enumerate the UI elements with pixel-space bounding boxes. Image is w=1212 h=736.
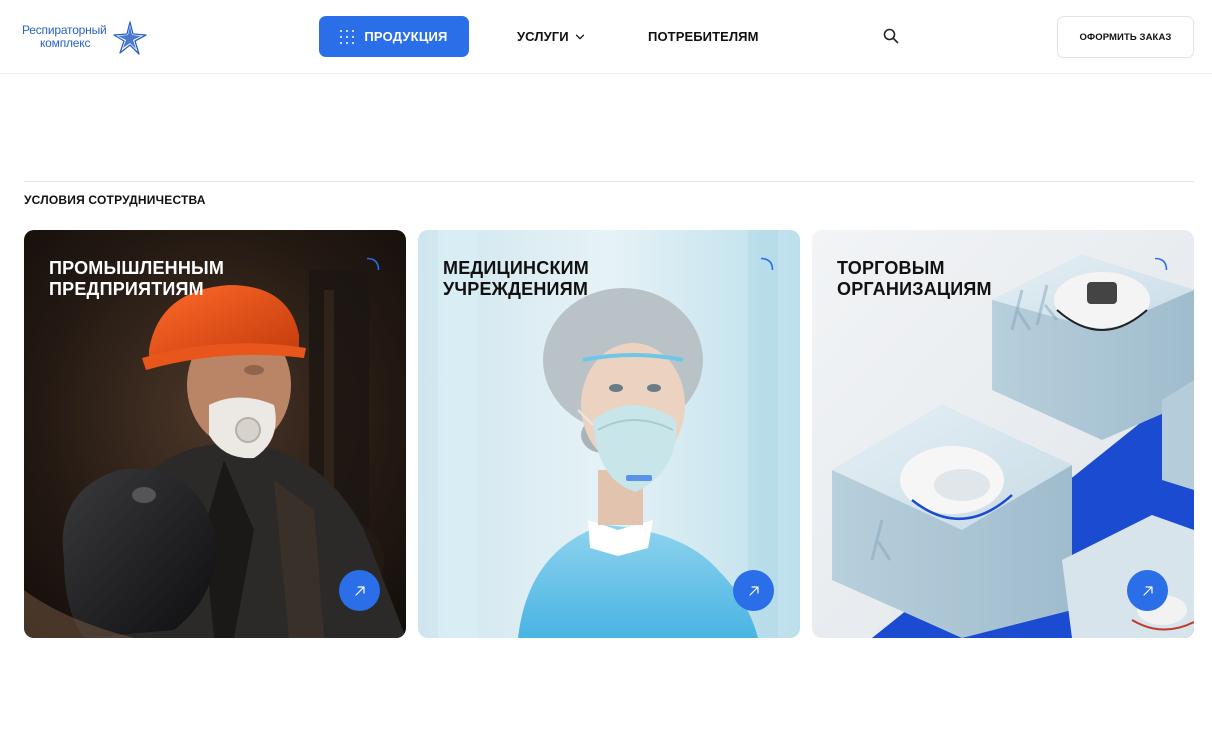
corner-icon — [1154, 257, 1168, 271]
logo-line-1: Респираторный — [22, 23, 107, 37]
chevron-down-icon — [575, 34, 584, 39]
card-title: ПРОМЫШЛЕННЫМ ПРЕДПРИЯТИЯМ — [49, 258, 224, 300]
nav-services-label: УСЛУГИ — [517, 29, 569, 44]
products-button[interactable]: ПРОДУКЦИЯ — [319, 16, 469, 57]
logo-text: Респираторный комплекс — [22, 24, 107, 50]
corner-icon — [366, 257, 380, 271]
order-button[interactable]: ОФОРМИТЬ ЗАКАЗ — [1057, 16, 1194, 58]
card-title-line-2: ОРГАНИЗАЦИЯМ — [837, 279, 992, 299]
logo[interactable]: Респираторный комплекс — [22, 20, 152, 56]
arrow-up-right-icon — [1142, 585, 1153, 596]
nav-consumers-label: ПОТРЕБИТЕЛЯМ — [648, 29, 759, 44]
nav-consumers[interactable]: ПОТРЕБИТЕЛЯМ — [648, 29, 759, 44]
card-title-line-1: МЕДИЦИНСКИМ — [443, 258, 589, 278]
card-title: ТОРГОВЫМ ОРГАНИЗАЦИЯМ — [837, 258, 992, 300]
card-title-line-1: ТОРГОВЫМ — [837, 258, 945, 278]
card-arrow-button[interactable] — [339, 570, 380, 611]
section-divider — [24, 181, 1194, 182]
card-arrow-button[interactable] — [1127, 570, 1168, 611]
card-retail[interactable]: ТОРГОВЫМ ОРГАНИЗАЦИЯМ — [812, 230, 1194, 638]
card-title-line-2: УЧРЕЖДЕНИЯМ — [443, 279, 589, 299]
star-logo-icon — [113, 21, 147, 55]
search-icon[interactable] — [882, 27, 900, 45]
card-arrow-button[interactable] — [733, 570, 774, 611]
arrow-up-right-icon — [354, 585, 365, 596]
site-header: Респираторный комплекс ПРОДУКЦИЯ УСЛУГИ … — [0, 0, 1212, 74]
arrow-up-right-icon — [748, 585, 759, 596]
card-industrial[interactable]: ПРОМЫШЛЕННЫМ ПРЕДПРИЯТИЯМ — [24, 230, 406, 638]
grid-icon — [340, 29, 355, 44]
products-button-label: ПРОДУКЦИЯ — [364, 29, 448, 44]
card-title: МЕДИЦИНСКИМ УЧРЕЖДЕНИЯМ — [443, 258, 589, 300]
section-title: УСЛОВИЯ СОТРУДНИЧЕСТВА — [24, 193, 206, 207]
logo-line-2: комплекс — [40, 36, 91, 50]
card-title-line-2: ПРЕДПРИЯТИЯМ — [49, 279, 204, 299]
nav-services[interactable]: УСЛУГИ — [517, 29, 585, 44]
corner-icon — [760, 257, 774, 271]
card-medical[interactable]: МЕДИЦИНСКИМ УЧРЕЖДЕНИЯМ — [418, 230, 800, 638]
card-title-line-1: ПРОМЫШЛЕННЫМ — [49, 258, 225, 278]
